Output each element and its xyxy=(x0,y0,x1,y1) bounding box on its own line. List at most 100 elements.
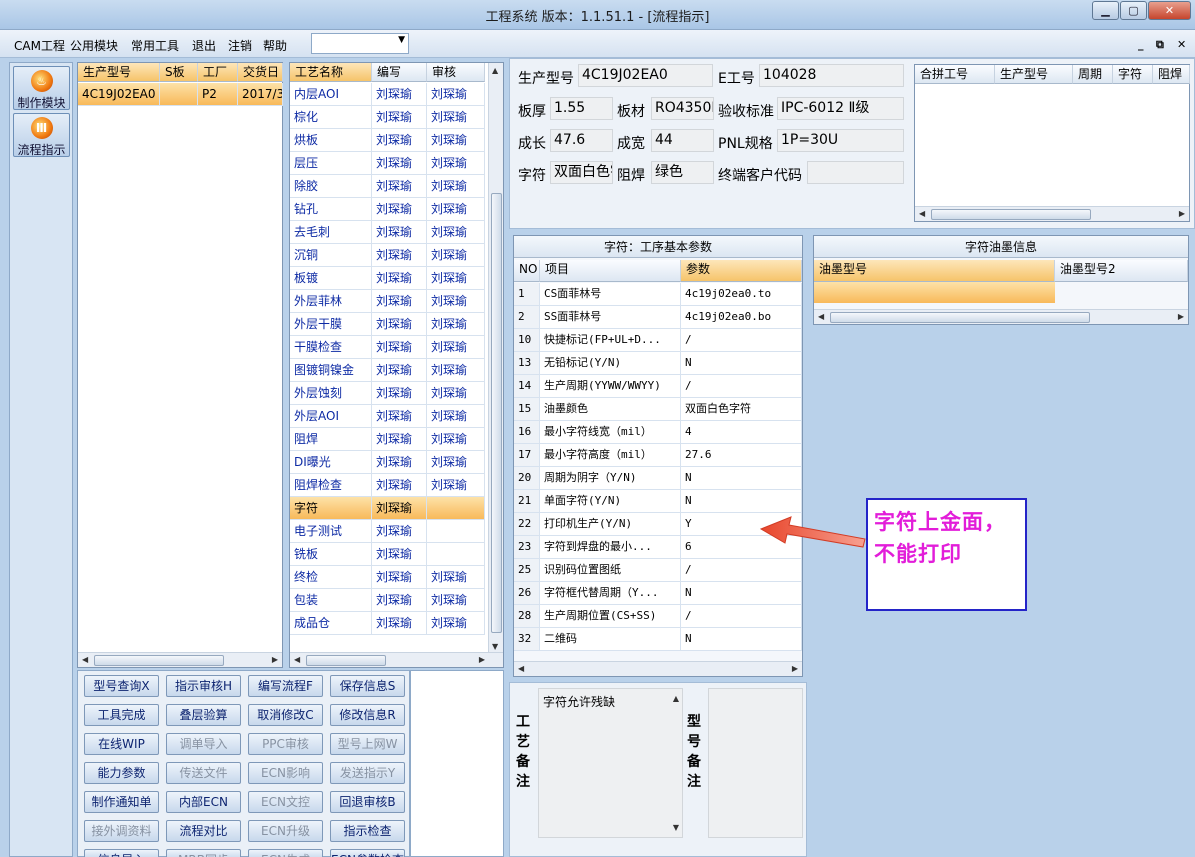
process-name-cell[interactable]: 内层AOI xyxy=(290,83,372,106)
process-name-cell[interactable]: 阻焊检查 xyxy=(290,474,372,497)
param-value-cell[interactable]: 双面白色字符 xyxy=(681,398,802,421)
process-writer-cell[interactable]: 刘琛瑜 xyxy=(372,566,427,589)
param-no-cell[interactable]: 10 xyxy=(514,329,540,352)
action-button[interactable]: 发送指示Y xyxy=(330,762,405,784)
process-name-cell[interactable]: 图镀铜镍金 xyxy=(290,359,372,382)
process-name-cell[interactable]: 板镀 xyxy=(290,267,372,290)
process-reviewer-cell[interactable]: 刘琛瑜 xyxy=(427,589,485,612)
menu-cam[interactable]: CAM工程 xyxy=(14,37,65,54)
process-writer-cell[interactable]: 刘琛瑜 xyxy=(372,83,427,106)
param-value-cell[interactable]: 4 xyxy=(681,421,802,444)
param-item-cell[interactable]: 生产周期位置(CS+SS) xyxy=(540,605,681,628)
action-button[interactable]: 修改信息R xyxy=(330,704,405,726)
action-button[interactable]: 传送文件 xyxy=(166,762,241,784)
column-header[interactable]: 周期 xyxy=(1073,65,1113,84)
action-button[interactable]: 内部ECN xyxy=(166,791,241,813)
process-name-cell[interactable]: 外层菲林 xyxy=(290,290,372,313)
length-field[interactable]: 47.6 xyxy=(550,129,613,152)
process-reviewer-cell[interactable]: 刘琛瑜 xyxy=(427,474,485,497)
action-button[interactable]: 调单导入 xyxy=(166,733,241,755)
material-field[interactable]: RO4350B xyxy=(651,97,714,120)
process-name-cell[interactable]: 除胶 xyxy=(290,175,372,198)
scroll-thumb[interactable] xyxy=(931,209,1091,220)
param-no-cell[interactable]: 2 xyxy=(514,306,540,329)
param-no-cell[interactable]: 20 xyxy=(514,467,540,490)
process-reviewer-cell[interactable]: 刘琛瑜 xyxy=(427,566,485,589)
action-button[interactable]: 制作通知单 xyxy=(84,791,159,813)
process-reviewer-cell[interactable] xyxy=(427,543,485,566)
solder-field[interactable]: 绿色 xyxy=(651,161,714,184)
param-item-cell[interactable]: 快捷标记(FP+UL+D... xyxy=(540,329,681,352)
process-reviewer-cell[interactable]: 刘琛瑜 xyxy=(427,612,485,635)
column-header[interactable]: 审核 xyxy=(427,63,485,82)
param-no-cell[interactable]: 15 xyxy=(514,398,540,421)
process-writer-cell[interactable]: 刘琛瑜 xyxy=(372,589,427,612)
close-button[interactable]: ✕ xyxy=(1148,1,1191,20)
process-name-cell[interactable]: 烘板 xyxy=(290,129,372,152)
action-button[interactable]: ECN生成 xyxy=(248,849,323,857)
process-reviewer-cell[interactable]: 刘琛瑜 xyxy=(427,221,485,244)
scroll-thumb[interactable] xyxy=(491,193,502,633)
process-name-cell[interactable]: DI曝光 xyxy=(290,451,372,474)
param-item-cell[interactable]: 二维码 xyxy=(540,628,681,651)
horizontal-scrollbar[interactable]: ◀ ▶ xyxy=(514,661,802,676)
process-writer-cell[interactable]: 刘琛瑜 xyxy=(372,106,427,129)
column-header[interactable]: 油墨型号2 xyxy=(1055,260,1188,282)
column-header[interactable]: 参数 xyxy=(681,260,802,282)
param-item-cell[interactable]: 最小字符高度（mil） xyxy=(540,444,681,467)
param-item-cell[interactable]: CS面菲林号 xyxy=(540,283,681,306)
action-button[interactable]: 在线WIP xyxy=(84,733,159,755)
scroll-thumb[interactable] xyxy=(306,655,386,666)
process-reviewer-cell[interactable] xyxy=(427,497,485,520)
scroll-thumb[interactable] xyxy=(830,312,1090,323)
nav-process-guide[interactable]: Ⅲ 流程指示 xyxy=(13,113,70,157)
param-no-cell[interactable]: 26 xyxy=(514,582,540,605)
param-item-cell[interactable]: SS面菲林号 xyxy=(540,306,681,329)
thickness-field[interactable]: 1.55 xyxy=(550,97,613,120)
action-button[interactable]: 型号查询X xyxy=(84,675,159,697)
column-header[interactable]: S板 xyxy=(160,63,198,82)
param-value-cell[interactable]: 4c19j02ea0.to xyxy=(681,283,802,306)
param-no-cell[interactable]: 16 xyxy=(514,421,540,444)
column-header[interactable]: 工厂 xyxy=(198,63,238,82)
param-no-cell[interactable]: 22 xyxy=(514,513,540,536)
table-cell[interactable] xyxy=(160,83,198,106)
menu-exit[interactable]: 退出 xyxy=(192,37,216,54)
action-button[interactable]: 编写流程F xyxy=(248,675,323,697)
process-name-cell[interactable]: 沉铜 xyxy=(290,244,372,267)
process-reviewer-cell[interactable]: 刘琛瑜 xyxy=(427,106,485,129)
process-reviewer-cell[interactable]: 刘琛瑜 xyxy=(427,382,485,405)
action-button[interactable]: ECN升级 xyxy=(248,820,323,842)
param-no-cell[interactable]: 25 xyxy=(514,559,540,582)
param-value-cell[interactable]: / xyxy=(681,329,802,352)
process-name-cell[interactable]: 成品仓 xyxy=(290,612,372,635)
process-reviewer-cell[interactable]: 刘琛瑜 xyxy=(427,152,485,175)
menu-logout[interactable]: 注销 xyxy=(228,37,252,54)
menu-tools[interactable]: 常用工具 xyxy=(131,37,179,54)
process-writer-cell[interactable]: 刘琛瑜 xyxy=(372,612,427,635)
action-button[interactable]: PPC审核 xyxy=(248,733,323,755)
column-header[interactable]: 阻焊 xyxy=(1153,65,1190,84)
process-writer-cell[interactable]: 刘琛瑜 xyxy=(372,543,427,566)
process-writer-cell[interactable]: 刘琛瑜 xyxy=(372,428,427,451)
horizontal-scrollbar[interactable]: ◀ ▶ xyxy=(290,652,503,667)
column-header[interactable]: 交货日 xyxy=(238,63,283,82)
param-item-cell[interactable]: 打印机生产(Y/N) xyxy=(540,513,681,536)
param-value-cell[interactable]: / xyxy=(681,375,802,398)
process-name-cell[interactable]: 外层干膜 xyxy=(290,313,372,336)
param-item-cell[interactable]: 识别码位置图纸 xyxy=(540,559,681,582)
column-header[interactable]: 工艺名称 xyxy=(290,63,372,82)
param-no-cell[interactable]: 23 xyxy=(514,536,540,559)
process-writer-cell[interactable]: 刘琛瑜 xyxy=(372,290,427,313)
action-button[interactable]: ECN影响 xyxy=(248,762,323,784)
width-field[interactable]: 44 xyxy=(651,129,714,152)
action-button[interactable]: 流程对比 xyxy=(166,820,241,842)
process-writer-cell[interactable]: 刘琛瑜 xyxy=(372,451,427,474)
param-value-cell[interactable]: N xyxy=(681,628,802,651)
process-writer-cell[interactable]: 刘琛瑜 xyxy=(372,474,427,497)
char-field[interactable]: 双面白色字符 xyxy=(550,161,613,184)
process-reviewer-cell[interactable]: 刘琛瑜 xyxy=(427,359,485,382)
process-reviewer-cell[interactable]: 刘琛瑜 xyxy=(427,83,485,106)
action-button[interactable]: ECN参数检查 xyxy=(330,849,405,857)
menu-common-module[interactable]: 公用模块 xyxy=(70,37,118,54)
